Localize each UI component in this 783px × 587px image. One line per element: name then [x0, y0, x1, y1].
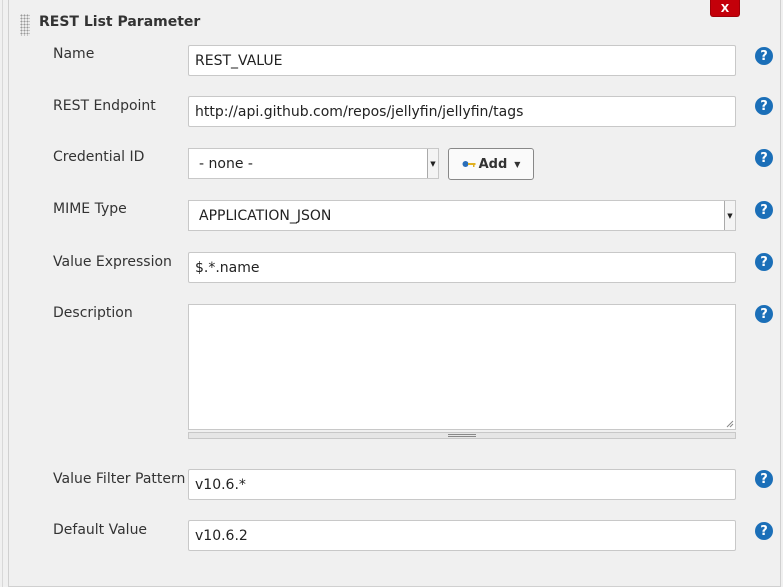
drag-handle-icon[interactable]: [20, 14, 30, 36]
panel-title: REST List Parameter: [39, 14, 201, 30]
mime-type-selected: APPLICATION_JSON: [199, 207, 332, 224]
key-icon: [462, 159, 476, 169]
default-value-help-icon[interactable]: ?: [755, 522, 773, 540]
textarea-resize-bar[interactable]: [188, 432, 736, 439]
resize-handle-icon[interactable]: [725, 419, 734, 428]
name-help-icon[interactable]: ?: [755, 47, 773, 65]
description-label: Description: [53, 305, 133, 321]
mime-type-help-icon[interactable]: ?: [755, 201, 773, 219]
value-expression-help-icon[interactable]: ?: [755, 253, 773, 271]
mime-type-select[interactable]: APPLICATION_JSON ▼: [188, 200, 736, 231]
rest-endpoint-label: REST Endpoint: [53, 98, 156, 114]
mime-type-label: MIME Type: [53, 201, 127, 217]
caret-down-icon: ▼: [427, 149, 438, 178]
value-filter-pattern-help-icon[interactable]: ?: [755, 470, 773, 488]
rest-endpoint-help-icon[interactable]: ?: [755, 97, 773, 115]
default-value-input[interactable]: v10.6.2: [188, 520, 736, 551]
add-button-label: Add: [478, 156, 508, 172]
value-filter-pattern-label: Value Filter Pattern: [53, 471, 186, 487]
value-expression-input[interactable]: $.*.name: [188, 252, 736, 283]
credential-id-help-icon[interactable]: ?: [755, 149, 773, 167]
caret-down-icon: ▼: [514, 159, 521, 169]
credential-id-selected: - none -: [199, 155, 253, 172]
caret-down-icon: ▼: [724, 201, 735, 230]
resize-grip-icon: [448, 434, 476, 437]
credential-id-select[interactable]: - none - ▼: [188, 148, 439, 179]
rest-endpoint-input[interactable]: http://api.github.com/repos/jellyfin/jel…: [188, 96, 736, 127]
description-help-icon[interactable]: ?: [755, 305, 773, 323]
close-button[interactable]: X: [710, 0, 740, 17]
name-input[interactable]: REST_VALUE: [188, 45, 736, 76]
credential-id-label: Credential ID: [53, 149, 145, 165]
value-filter-pattern-input[interactable]: v10.6.*: [188, 469, 736, 500]
default-value-label: Default Value: [53, 522, 148, 538]
description-textarea[interactable]: [188, 304, 736, 430]
value-expression-label: Value Expression: [53, 254, 172, 270]
name-label: Name: [53, 46, 95, 62]
outer-border: [2, 0, 3, 587]
add-credential-button[interactable]: Add ▼: [448, 148, 534, 180]
